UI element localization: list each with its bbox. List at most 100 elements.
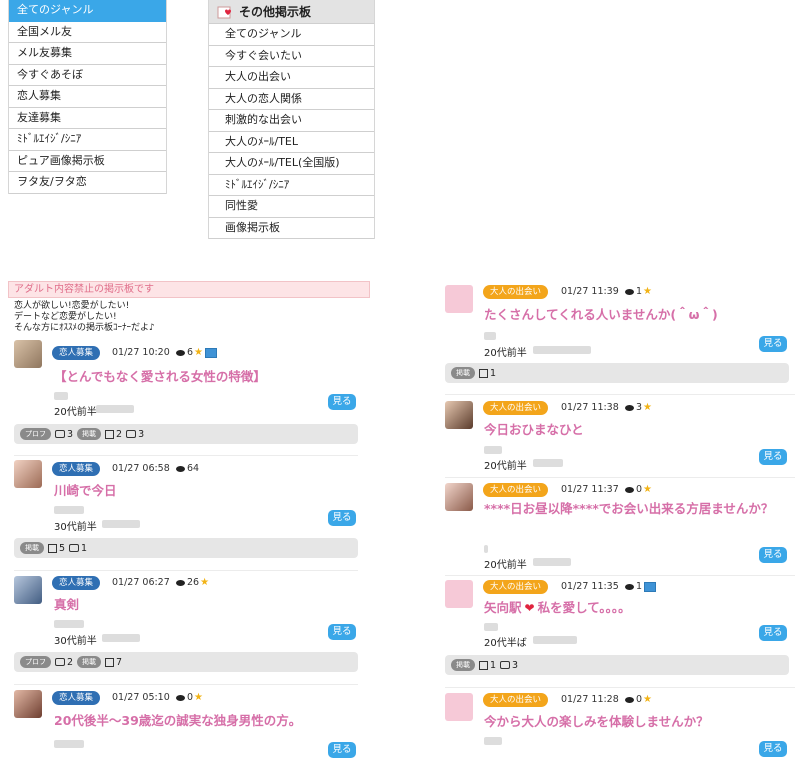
heart-icon: ❤	[524, 601, 535, 615]
avatar[interactable]	[14, 460, 42, 488]
poster-age: 20代前半	[484, 461, 527, 472]
post-stats: プロフ 2 掲載 7	[14, 652, 358, 672]
post-title[interactable]: ****日お昼以降****でお会い出来る方居ませんか？	[484, 500, 784, 518]
post-datetime: 01/27 11:28	[561, 694, 619, 705]
avatar[interactable]	[445, 401, 473, 429]
genre-item-friend[interactable]: 友達募集	[9, 108, 166, 129]
genre-item-middle-age[interactable]: ﾐﾄﾞﾙｴｲｼﾞ/ｼﾆｱ	[9, 129, 166, 151]
board-icon	[479, 368, 488, 378]
genre-item-lover[interactable]: 恋人募集	[9, 86, 166, 108]
avatar[interactable]	[14, 690, 42, 718]
board-item-adult-mail-national[interactable]: 大人のﾒｰﾙ/TEL(全国版)	[209, 153, 374, 175]
post-title[interactable]: たくさんしてくれる人いませんか(＾ω＾)	[484, 304, 789, 323]
board-item-adult-mail[interactable]: 大人のﾒｰﾙ/TEL	[209, 132, 374, 153]
count-value: 2	[116, 428, 123, 440]
view-button[interactable]: 見る	[759, 336, 787, 352]
genre-item-all[interactable]: 全てのジャンル	[9, 0, 166, 22]
avatar-placeholder[interactable]	[445, 693, 473, 721]
avatar[interactable]	[445, 483, 473, 511]
post-title[interactable]: 【とんでもなく愛される女性の特徴】	[54, 366, 354, 385]
other-boards-header: その他掲示板	[209, 0, 374, 24]
view-button[interactable]: 見る	[328, 742, 356, 758]
board-icon	[479, 660, 488, 670]
star-icon: ★	[643, 402, 653, 413]
view-count: 1	[625, 581, 657, 592]
post-title[interactable]: 川崎で今日	[54, 480, 354, 499]
divider	[445, 575, 795, 576]
notice-text: 恋人が欲しい!恋愛がしたい! デートなど恋愛がしたい! そんな方にｵｽｽﾒの掲示…	[8, 298, 370, 337]
blurred-name	[54, 740, 84, 748]
board-label: 掲載	[77, 656, 102, 668]
post-title[interactable]: 20代後半～39歳迄の誠実な独身男性の方。	[54, 710, 354, 729]
view-button[interactable]: 見る	[328, 510, 356, 526]
eye-icon	[625, 696, 634, 703]
board-label: 掲載	[451, 367, 475, 379]
view-button[interactable]: 見る	[759, 449, 787, 465]
board-icon	[105, 429, 115, 439]
profile-photo-count: 3	[55, 429, 73, 440]
board-item-adult-meet[interactable]: 大人の出会い	[209, 67, 374, 89]
genre-item-play-now[interactable]: 今すぐあそぼ	[9, 65, 166, 86]
board-item-middle-age[interactable]: ﾐﾄﾞﾙｴｲｼﾞ/ｼﾆｱ	[209, 175, 374, 196]
blurred-name	[484, 446, 502, 454]
profile-label: プロフ	[20, 428, 51, 440]
poster-age: 30代前半	[54, 636, 97, 647]
post-title[interactable]: 今日おひまなひと	[484, 419, 789, 438]
avatar-placeholder[interactable]	[445, 285, 473, 313]
view-count: 64	[176, 463, 199, 474]
blurred-area	[102, 520, 140, 528]
view-button[interactable]: 見る	[328, 624, 356, 640]
post-title[interactable]: 今から大人の楽しみを体験しませんか？	[484, 711, 789, 730]
avatar[interactable]	[14, 340, 42, 368]
board-item-adult-lover[interactable]: 大人の恋人関係	[209, 89, 374, 110]
view-button[interactable]: 見る	[759, 741, 787, 757]
genre-item-mail-friend[interactable]: メル友募集	[9, 43, 166, 65]
camera-icon	[55, 430, 65, 438]
genre-item-otaku[interactable]: ヲタ友/ヲタ恋	[9, 172, 166, 194]
post-title[interactable]: 真剣	[54, 594, 354, 613]
post-title[interactable]: 矢向駅 ❤ 私を愛して。。。。	[484, 597, 789, 616]
profile-label: プロフ	[20, 656, 51, 668]
count-value: 3	[512, 659, 519, 671]
star-icon: ★	[643, 484, 653, 495]
view-button[interactable]: 見る	[759, 625, 787, 641]
divider	[14, 684, 358, 685]
board-item-exciting[interactable]: 刺激的な出会い	[209, 110, 374, 132]
board-count: 2	[105, 429, 122, 440]
genre-badge: 恋人募集	[52, 346, 101, 360]
view-number: 0	[187, 692, 194, 703]
board-item-meet-now[interactable]: 今すぐ会いたい	[209, 46, 374, 67]
view-number: 1	[636, 286, 643, 297]
avatar-placeholder[interactable]	[445, 580, 473, 608]
right-post-list: 大人の出会い 01/27 11:39 1 ★ たくさんしてくれる人いませんか(＾ω…	[445, 282, 795, 757]
view-button[interactable]: 見る	[759, 547, 787, 563]
notice-panel: アダルト内容禁止の掲示板です 恋人が欲しい!恋愛がしたい! デートなど恋愛がした…	[8, 281, 370, 337]
post-datetime: 01/27 11:39	[561, 286, 619, 297]
eye-icon	[625, 288, 634, 295]
camera-icon	[500, 661, 511, 669]
post-datetime: 01/27 10:20	[112, 347, 170, 358]
poster-age: 20代前半	[484, 348, 527, 359]
board-item-all[interactable]: 全てのジャンル	[209, 24, 374, 46]
blurred-name	[484, 332, 496, 340]
genre-item-national-mail-friend[interactable]: 全国メル友	[9, 22, 166, 43]
board-item-image[interactable]: 画像掲示板	[209, 218, 374, 239]
board-item-same-sex[interactable]: 同性愛	[209, 196, 374, 218]
board-count: 5	[48, 543, 65, 554]
post-datetime: 01/27 06:27	[112, 577, 170, 588]
profile-photo-count: 2	[55, 657, 73, 668]
notice-line: デートなど恋愛がしたい!	[14, 312, 117, 322]
genre-badge: 大人の出会い	[483, 401, 549, 415]
avatar[interactable]	[14, 576, 42, 604]
eye-icon	[625, 583, 634, 590]
count-value: 1	[81, 542, 88, 554]
view-button[interactable]: 見る	[328, 394, 356, 410]
eye-icon	[176, 349, 185, 356]
blurred-name	[484, 737, 502, 745]
genre-menu: 全てのジャンル 全国メル友 メル友募集 今すぐあそぼ 恋人募集 友達募集 ﾐﾄﾞ…	[8, 0, 167, 194]
board-count: 1	[479, 660, 496, 671]
star-icon: ★	[643, 694, 653, 705]
blurred-name	[54, 620, 84, 628]
view-number: 0	[636, 484, 643, 495]
genre-item-pure-image[interactable]: ピュア画像掲示板	[9, 151, 166, 172]
